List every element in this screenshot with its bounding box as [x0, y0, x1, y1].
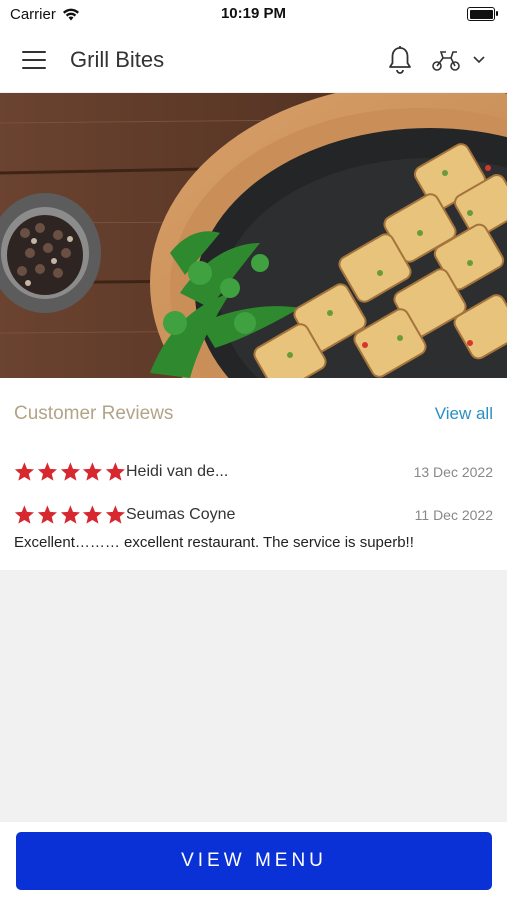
reviews-title: Customer Reviews [14, 403, 174, 424]
menu-icon[interactable] [22, 51, 46, 69]
view-all-link[interactable]: View all [435, 404, 493, 424]
star-icon [37, 505, 57, 524]
reviewer-name: Seumas Coyne [126, 505, 236, 523]
star-icon [14, 462, 34, 481]
header-actions [387, 45, 485, 75]
star-rating [14, 504, 126, 525]
review-item: Heidi van de... 13 Dec 2022 [14, 450, 493, 493]
customer-reviews-section: Customer Reviews View all Heidi van de..… [0, 378, 507, 570]
star-icon [106, 462, 126, 481]
reviewer-name: Heidi van de... [126, 462, 229, 480]
review-text: Excellent……… excellent restaurant. The s… [14, 534, 414, 551]
chevron-down-icon [473, 56, 485, 64]
star-icon [106, 505, 126, 524]
star-rating [14, 461, 126, 482]
delivery-scooter-icon [432, 51, 460, 71]
star-icon [14, 505, 34, 524]
review-date: 13 Dec 2022 [413, 463, 493, 480]
clock: 10:19 PM [220, 5, 287, 22]
battery-icon [467, 7, 498, 21]
star-icon [83, 505, 103, 524]
footer-bar: VIEW MENU [0, 822, 507, 900]
star-icon [37, 462, 57, 481]
hero-food-image [0, 93, 507, 378]
app-title: Grill Bites [70, 47, 165, 72]
review-date: 11 Dec 2022 [414, 506, 493, 523]
view-menu-button[interactable]: VIEW MENU [16, 832, 492, 890]
app-header: Grill Bites [0, 28, 507, 92]
bell-icon[interactable] [387, 45, 413, 75]
review-item: Seumas Coyne 11 Dec 2022 [14, 493, 493, 536]
reviews-header: Customer Reviews View all [14, 378, 493, 450]
status-bar: Carrier 10:19 PM [0, 0, 507, 28]
star-icon [60, 462, 80, 481]
delivery-selector[interactable] [431, 48, 485, 72]
star-icon [83, 462, 103, 481]
star-icon [60, 505, 80, 524]
